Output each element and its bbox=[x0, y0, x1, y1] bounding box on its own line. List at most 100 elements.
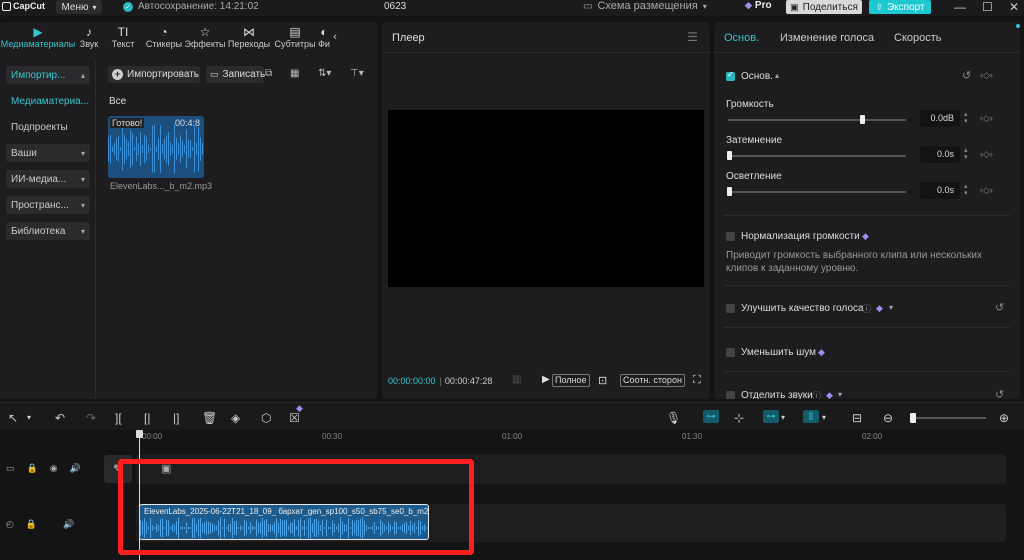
aspect-ratio-button[interactable]: Соотн. сторон bbox=[620, 374, 685, 387]
lock-icon[interactable]: 🔒 bbox=[26, 519, 37, 530]
chevron-down-icon[interactable]: ▾ bbox=[781, 413, 785, 422]
stepper-icon[interactable]: ▴ ▾ bbox=[964, 147, 968, 161]
maximize-icon[interactable]: ☐ bbox=[982, 0, 993, 14]
volume-slider-knob[interactable] bbox=[859, 115, 865, 124]
project-title: 0623 bbox=[384, 1, 407, 12]
zoom-in-icon[interactable]: ⊕ bbox=[999, 411, 1009, 425]
tab-audio[interactable]: ♪ Звук bbox=[76, 22, 102, 56]
quality-full-button[interactable]: Полное bbox=[552, 374, 590, 387]
time-ruler[interactable]: 00:00 00:30 01:00 01:30 02:00 bbox=[136, 430, 1024, 446]
tab-basic[interactable]: Основ. bbox=[724, 32, 759, 44]
volume-value-input[interactable]: 0.0dB bbox=[920, 110, 960, 127]
speaker-icon[interactable]: 🔊 bbox=[63, 519, 74, 530]
hamburger-menu-icon[interactable]: ☰ bbox=[687, 30, 698, 44]
chevron-down-icon[interactable]: ▾ bbox=[822, 413, 826, 422]
keyframe-icon[interactable]: ‹◇› bbox=[980, 149, 993, 160]
zoom-slider-knob[interactable] bbox=[910, 413, 916, 423]
eye-icon[interactable]: ◉ bbox=[50, 463, 58, 474]
folder-icon[interactable]: ⧉ bbox=[265, 68, 272, 79]
fade-in-slider[interactable] bbox=[728, 155, 906, 157]
auto-snap-icon[interactable]: ⊹ bbox=[734, 411, 744, 425]
snapshot-icon[interactable]: ⊡ bbox=[598, 374, 607, 387]
caret-up-icon[interactable]: ▴ bbox=[775, 71, 779, 80]
export-button[interactable]: ⇧ Экспорт bbox=[869, 0, 931, 14]
caption-preview-icon[interactable]: ⊟ bbox=[852, 411, 862, 425]
tab-speed[interactable]: Скорость bbox=[894, 32, 942, 44]
lock-icon[interactable]: 🔒 bbox=[27, 463, 38, 474]
zoom-out-icon[interactable]: ⊖ bbox=[883, 411, 893, 425]
select-cursor-icon[interactable]: ↖ bbox=[8, 411, 18, 425]
fullscreen-icon[interactable]: ⛶ bbox=[693, 374, 701, 387]
close-icon[interactable]: ✕ bbox=[1009, 0, 1019, 14]
tab-transitions[interactable]: ⋈ Переходы bbox=[226, 22, 272, 56]
tab-media[interactable]: ▶ Медиаматериалы bbox=[0, 22, 76, 56]
redo-icon[interactable]: ↷ bbox=[86, 411, 96, 425]
separate-checkbox[interactable] bbox=[726, 391, 735, 399]
reset-icon[interactable]: ↺ bbox=[995, 301, 1004, 314]
filter-icon[interactable]: ⊤▾ bbox=[350, 68, 364, 79]
reduce-noise-checkbox[interactable] bbox=[726, 348, 735, 357]
keyframe-icon[interactable]: ‹◇› bbox=[980, 113, 993, 124]
chevron-down-icon[interactable]: ▾ bbox=[889, 303, 893, 312]
pro-button[interactable]: ◆ Pro bbox=[745, 0, 772, 11]
record-button[interactable]: ▭ Записать bbox=[206, 66, 265, 83]
keyframe-prev-icon[interactable]: ‹◇› bbox=[980, 70, 993, 81]
sidebar-item-import[interactable]: Импортир... ▴ bbox=[6, 66, 90, 84]
link-clips-icon[interactable]: ⊶ bbox=[763, 410, 779, 423]
sidebar-item-library[interactable]: Библиотека ▾ bbox=[6, 222, 90, 240]
tab-voice-change[interactable]: Изменение голоса bbox=[780, 32, 874, 44]
tab-subtitles[interactable]: ▤ Субтитры bbox=[272, 22, 318, 56]
tabs-scroll-arrow-icon[interactable]: ‹ bbox=[330, 22, 340, 56]
menu-button[interactable]: Меню ▾ bbox=[56, 0, 102, 14]
tab-effects[interactable]: ☆ Эффекты bbox=[184, 22, 226, 56]
tab-stickers[interactable]: ◔ Стикеры bbox=[144, 22, 184, 56]
sidebar-item-subprojects[interactable]: Подпроекты bbox=[6, 118, 90, 136]
info-icon[interactable]: ⓘ bbox=[862, 302, 871, 315]
sidebar-item-media[interactable]: Медиаматериа... bbox=[6, 92, 90, 110]
enhance-voice-checkbox[interactable] bbox=[726, 304, 735, 313]
split-icon[interactable]: ][ bbox=[115, 411, 122, 425]
sort-icon[interactable]: ⇅▾ bbox=[318, 68, 331, 79]
undo-icon[interactable]: ↶ bbox=[55, 411, 65, 425]
minimize-icon[interactable]: — bbox=[954, 0, 966, 14]
volume-slider[interactable] bbox=[728, 119, 906, 121]
fade-out-slider-knob[interactable] bbox=[727, 187, 732, 196]
info-icon[interactable]: ⓘ bbox=[812, 389, 821, 399]
timeline-grid-icon[interactable]: ▥ bbox=[512, 374, 521, 385]
delete-icon[interactable]: 🗑 bbox=[202, 411, 217, 425]
microphone-icon[interactable]: 🎙 bbox=[666, 411, 681, 425]
sidebar-item-ai-media[interactable]: ИИ-медиа... ▾ bbox=[6, 170, 90, 188]
fade-out-value-input[interactable]: 0.0s bbox=[920, 182, 960, 199]
preview-axis-icon[interactable]: ⫼ bbox=[803, 410, 819, 423]
shield-icon[interactable]: ⬡ bbox=[261, 411, 271, 425]
stepper-icon[interactable]: ▴ ▾ bbox=[964, 183, 968, 197]
fade-out-slider[interactable] bbox=[728, 191, 906, 193]
chevron-down-icon[interactable]: ▾ bbox=[838, 390, 842, 399]
sidebar-item-yours[interactable]: Ваши ▾ bbox=[6, 144, 90, 162]
share-button[interactable]: ▣ Поделиться bbox=[786, 0, 862, 14]
tab-filters[interactable]: ◐ Фи bbox=[318, 22, 330, 56]
fade-in-value-input[interactable]: 0.0s bbox=[920, 146, 960, 163]
layout-scheme-button[interactable]: ▭ Схема размещения ▾ bbox=[583, 0, 707, 12]
reset-icon[interactable]: ↺ bbox=[962, 69, 971, 82]
normalize-checkbox[interactable] bbox=[726, 232, 735, 241]
marker-icon[interactable]: ◈ bbox=[231, 411, 240, 425]
speaker-icon[interactable]: 🔊 bbox=[70, 463, 81, 474]
basic-checkbox[interactable] bbox=[726, 70, 735, 81]
zoom-slider[interactable] bbox=[910, 417, 986, 419]
keyframe-icon[interactable]: ‹◇› bbox=[980, 185, 993, 196]
trim-left-icon[interactable]: [| bbox=[144, 411, 150, 425]
fade-in-slider-knob[interactable] bbox=[727, 151, 732, 160]
import-button[interactable]: + Импортировать bbox=[108, 66, 200, 83]
reset-icon[interactable]: ↺ bbox=[995, 388, 1004, 399]
play-icon[interactable]: ▶ bbox=[542, 374, 550, 385]
stepper-icon[interactable]: ▴ ▾ bbox=[964, 111, 968, 125]
main-track-magnet-icon[interactable]: ⊶ bbox=[703, 410, 719, 423]
media-thumbnail[interactable]: Готово! 00:4:8 bbox=[108, 116, 204, 178]
chevron-down-icon[interactable]: ▾ bbox=[27, 413, 31, 422]
trim-right-icon[interactable]: |] bbox=[173, 411, 179, 425]
video-preview[interactable] bbox=[388, 110, 704, 287]
tab-text[interactable]: TI Текст bbox=[102, 22, 144, 56]
grid-view-icon[interactable]: ▦ bbox=[290, 68, 299, 79]
sidebar-item-spaces[interactable]: Пространс... ▾ bbox=[6, 196, 90, 214]
